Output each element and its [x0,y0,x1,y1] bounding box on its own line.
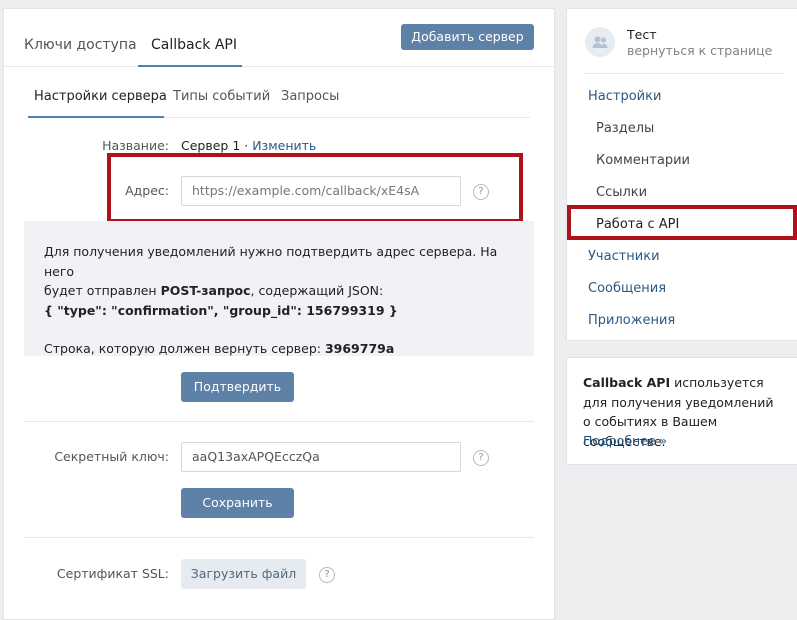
highlight-box-address [107,153,523,223]
group-name[interactable]: Тест [627,27,656,42]
info-line-2-pre: будет отправлен [44,283,161,298]
highlight-box-api [567,205,797,240]
sidebar-item-messages[interactable]: Сообщения [588,281,666,296]
info-json: { "type": "confirmation", "group_id": 15… [44,302,398,318]
server-name: Сервер 1 · Изменить [181,138,316,153]
tab-requests[interactable]: Запросы [281,89,339,104]
edit-link[interactable]: Изменить [252,138,316,153]
info-line-2-post: , содержащий JSON: [250,283,384,298]
callback-info-panel: Callback API используется для получения … [566,357,797,465]
upload-file-button[interactable]: Загрузить файл [181,559,306,589]
tab-event-types[interactable]: Типы событий [173,89,270,104]
confirmation-string: 3969779a [324,341,395,356]
section-divider-2 [24,537,534,538]
info-return-label: Строка, которую должен вернуть сервер: [44,341,325,356]
more-link[interactable]: Подробнее » [583,433,667,448]
ssl-certificate-label: Сертификат SSL: [56,566,169,581]
secret-key-label: Секретный ключ: [54,449,169,464]
name-separator: · [240,138,253,153]
info-line-1: Для получения уведомлений нужно подтверд… [44,244,498,279]
active-tab-indicator [138,65,242,67]
info-line-2: будет отправлен POST-запрос, содержащий … [44,281,514,301]
sidebar-item-members[interactable]: Участники [588,249,660,264]
group-avatar[interactable] [585,27,615,57]
settings-sidebar: Тест вернуться к странице Настройки Разд… [566,8,797,341]
ssl-help-icon[interactable]: ? [319,567,335,583]
sidebar-separator [585,73,783,74]
back-to-page-link[interactable]: вернуться к странице [627,43,772,58]
tab-server-settings[interactable]: Настройки сервера [34,89,167,104]
confirmation-info-box: Для получения уведомлений нужно подтверд… [24,221,534,356]
save-button[interactable]: Сохранить [181,488,294,518]
sidebar-item-sections[interactable]: Разделы [596,121,654,136]
confirm-button[interactable]: Подтвердить [181,372,294,402]
name-label: Название: [102,138,169,153]
secret-help-icon[interactable]: ? [473,450,489,466]
sidebar-item-comments[interactable]: Комментарии [596,153,690,168]
sidebar-item-links[interactable]: Ссылки [596,185,647,200]
secret-key-input[interactable]: aaQ13axAPQEcczQa [181,442,461,472]
info-return-line: Строка, которую должен вернуть сервер: 3… [44,339,514,359]
callback-info-title: Callback API [583,375,671,390]
section-divider-1 [24,421,534,422]
tabs-divider [4,66,554,67]
tab-access-keys[interactable]: Ключи доступа [24,37,137,53]
main-panel: Ключи доступа Callback API Добавить серв… [3,8,555,620]
group-icon [592,36,608,48]
active-subtab-indicator [28,116,164,118]
sidebar-item-apps[interactable]: Приложения [588,313,675,328]
add-server-button[interactable]: Добавить сервер [401,24,534,50]
server-name-value: Сервер 1 [181,138,241,153]
info-post-request: POST-запрос [160,283,251,298]
tab-callback-api[interactable]: Callback API [151,37,237,53]
sidebar-item-settings[interactable]: Настройки [588,89,661,104]
